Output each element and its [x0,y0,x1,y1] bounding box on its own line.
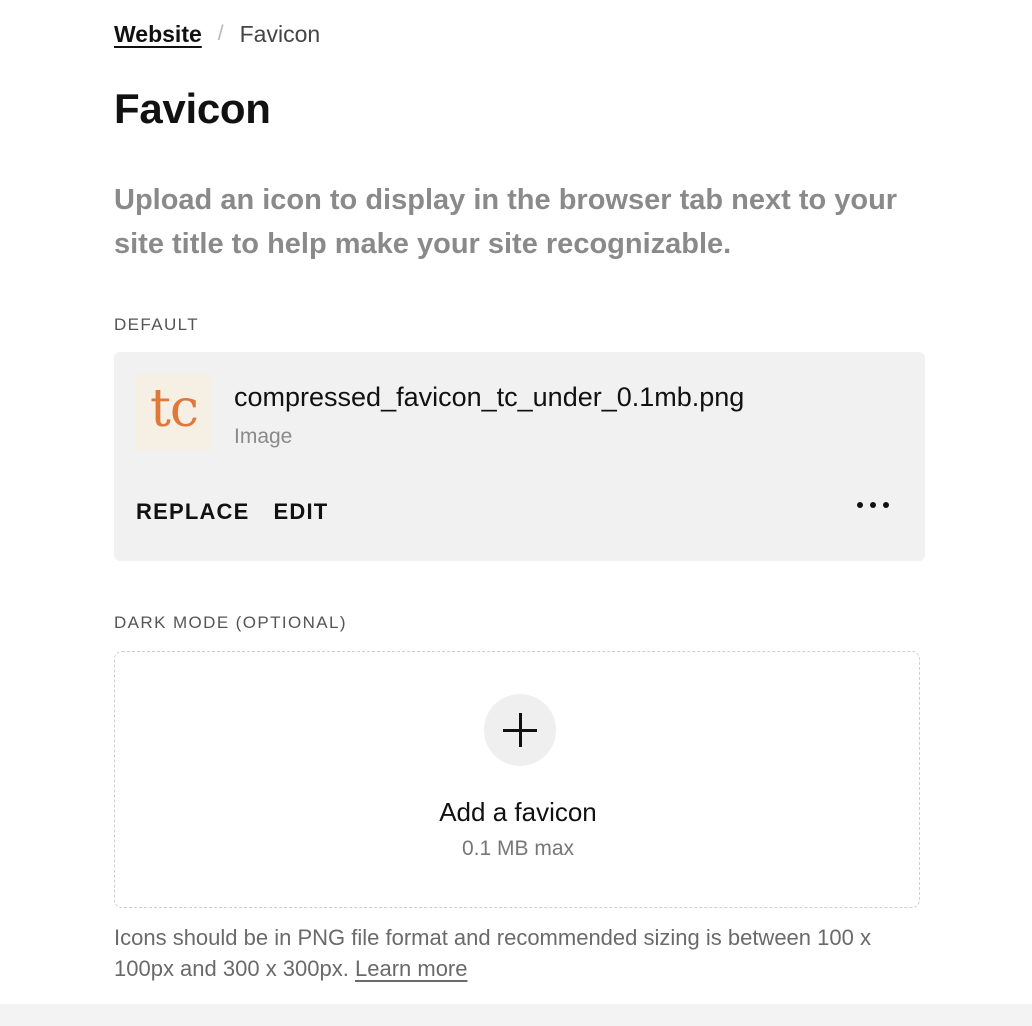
help-text: Icons should be in PNG file format and r… [114,922,934,984]
page-title: Favicon [114,85,271,132]
favicon-thumbnail: tc [136,374,212,450]
edit-button[interactable]: EDIT [274,498,329,526]
replace-button[interactable]: REPLACE [136,498,250,526]
file-type: Image [234,425,293,448]
add-favicon-button[interactable] [484,694,556,766]
file-actions: REPLACE EDIT [136,498,328,526]
more-horizontal-icon[interactable] [857,502,889,508]
more-dot [870,502,876,508]
breadcrumb-separator: / [217,22,224,45]
add-favicon-title: Add a favicon [439,797,597,827]
breadcrumb-website-link[interactable]: Website [114,20,202,48]
default-favicon-card: tc compressed_favicon_tc_under_0.1mb.png… [114,352,925,561]
bottom-panel-edge [0,1004,1032,1026]
plus-icon [503,713,537,747]
upload-size-limit: 0.1 MB max [461,837,575,860]
favicon-thumbnail-text: tc [149,379,199,439]
breadcrumb: Website / Favicon [114,20,320,48]
file-name: compressed_favicon_tc_under_0.1mb.png [234,382,745,412]
dark-mode-upload-dropzone[interactable]: Add a favicon 0.1 MB max [114,651,920,908]
default-section-label: DEFAULT [114,315,200,334]
help-text-body: Icons should be in PNG file format and r… [114,925,871,981]
learn-more-link[interactable]: Learn more [355,956,468,981]
dark-mode-section-label: DARK MODE (OPTIONAL) [114,613,347,632]
more-dot [857,502,863,508]
more-dot [883,502,889,508]
breadcrumb-current: Favicon [239,21,321,47]
page-description: Upload an icon to display in the browser… [114,184,898,260]
